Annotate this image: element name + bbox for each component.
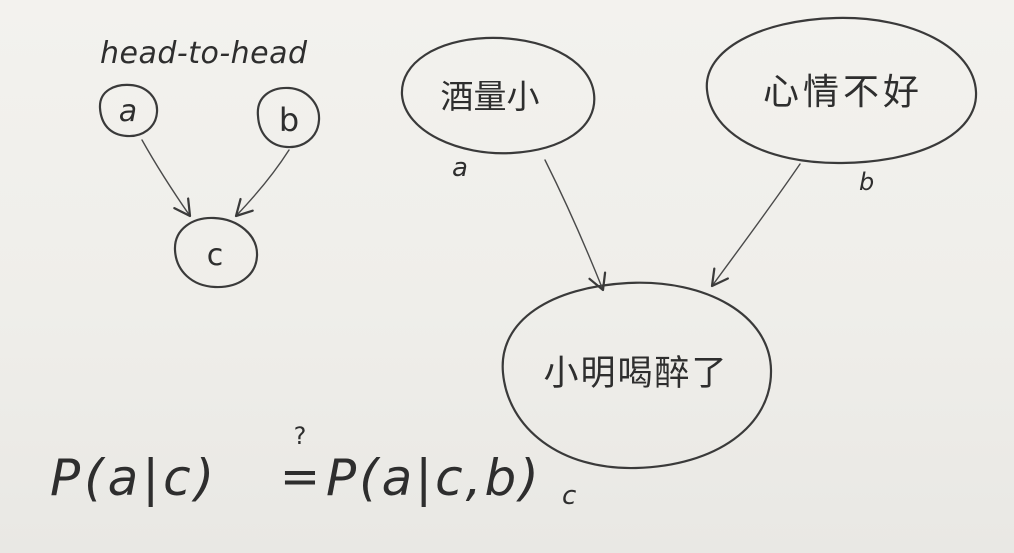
small-head-to-head-diagram: head-to-head a b c [98, 36, 321, 289]
head-to-head-title: head-to-head [100, 36, 308, 71]
formula-relation: = [280, 449, 320, 505]
example-node-c-var: c [562, 481, 576, 511]
example-node-a-var: a [452, 153, 468, 183]
small-arrow-a-to-c [141, 139, 192, 218]
example-node-a: 酒量小 a [400, 36, 596, 183]
small-node-c: c [173, 216, 259, 289]
example-node-b: 心情不好 b [705, 16, 978, 196]
small-node-a: a [98, 83, 159, 138]
small-node-a-label: a [119, 94, 137, 129]
example-diagram: 酒量小 a 心情不好 b 小明喝醉了 c [400, 16, 978, 511]
example-arrow-a-to-c [544, 159, 607, 292]
example-node-c: 小明喝醉了 c [501, 281, 773, 511]
small-node-b: b [256, 86, 321, 149]
formula-question-mark: ? [294, 422, 307, 450]
example-node-b-text: 心情不好 [763, 72, 923, 113]
small-node-b-label: b [279, 101, 299, 139]
formula: P(a|c) = ? P(a|c,b) [50, 422, 542, 507]
formula-right: P(a|c,b) [326, 449, 542, 507]
small-node-c-label: c [207, 238, 224, 273]
example-node-c-text: 小明喝醉了 [543, 354, 728, 394]
example-node-a-text: 酒量小 [441, 77, 540, 116]
diagram-canvas: head-to-head a b c 酒量小 a 心情不好 b 小明喝醉了 c … [50, 16, 978, 511]
example-node-b-var: b [859, 168, 874, 196]
small-arrow-b-to-c [234, 149, 290, 218]
formula-left: P(a|c) [50, 449, 218, 507]
example-arrow-b-to-c [710, 163, 801, 288]
